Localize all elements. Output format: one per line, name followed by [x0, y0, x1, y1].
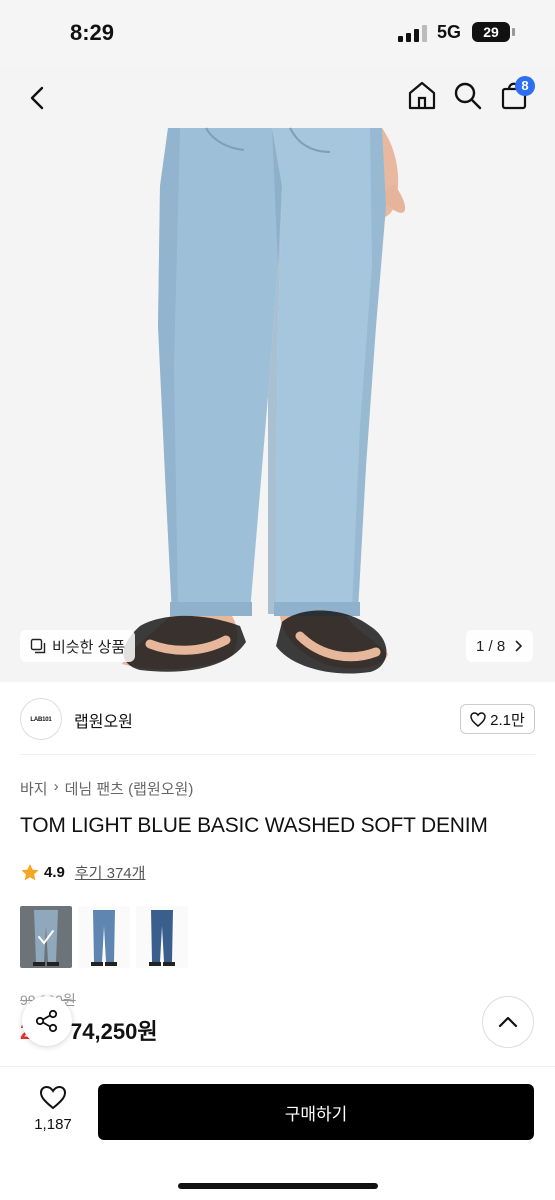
product-image[interactable]: 8 비슷한 상품 1 / 8	[0, 66, 555, 682]
share-button[interactable]	[22, 996, 72, 1046]
wishlist-button[interactable]: 1,187	[28, 1085, 78, 1133]
heart-icon	[470, 711, 486, 727]
status-time: 8:29	[70, 20, 115, 45]
breadcrumb: 바지 › 데님 팬츠 (랩원오원)	[20, 778, 193, 799]
breadcrumb-item-subcategory[interactable]: 데님 팬츠 (랩원오원)	[65, 778, 194, 799]
search-icon	[454, 82, 482, 110]
home-icon	[408, 81, 436, 110]
rating-value: 4.9	[44, 864, 65, 881]
breadcrumb-item-category[interactable]: 바지	[20, 778, 48, 799]
rating-row: 4.9 후기 374개	[20, 862, 145, 883]
bottom-action-bar: 1,187 구매하기	[0, 1066, 555, 1200]
scroll-top-button[interactable]	[482, 996, 534, 1048]
back-button[interactable]	[22, 82, 54, 114]
divider	[20, 754, 535, 755]
breadcrumb-separator-icon: ›	[53, 778, 59, 795]
brand-name[interactable]: 랩원오원	[74, 708, 133, 732]
color-option-dark-blue[interactable]	[136, 906, 188, 968]
chevron-left-icon	[30, 86, 44, 110]
heart-icon	[39, 1085, 67, 1110]
battery-icon: 29	[472, 22, 515, 42]
search-button[interactable]	[452, 80, 484, 112]
page-indicator-text: 1 / 8	[476, 637, 506, 655]
brand-row: LAB101 랩원오원 2.1만	[20, 696, 535, 744]
cart-count-badge: 8	[515, 76, 535, 96]
wishlist-count: 1,187	[34, 1116, 72, 1133]
brand-logo[interactable]: LAB101	[20, 698, 62, 740]
jeans-thumbnail	[149, 910, 175, 966]
product-title: TOM LIGHT BLUE BASIC WASHED SOFT DENIM	[20, 814, 488, 837]
similar-products-button[interactable]: 비슷한 상품	[20, 630, 136, 662]
status-bar: 8:29 5G 29	[0, 0, 555, 66]
star-icon	[21, 864, 39, 881]
similar-products-label: 비슷한 상품	[52, 638, 126, 656]
network-label: 5G	[437, 22, 462, 42]
similar-icon	[30, 638, 46, 654]
image-page-indicator[interactable]: 1 / 8	[466, 630, 534, 662]
jeans-thumbnail	[91, 910, 117, 966]
brand-like-button[interactable]: 2.1만	[460, 704, 535, 734]
chevron-right-icon	[515, 640, 523, 652]
home-indicator	[178, 1183, 378, 1189]
color-options	[20, 906, 188, 968]
chevron-up-icon	[498, 1016, 518, 1028]
signal-icon	[398, 24, 427, 42]
review-link[interactable]: 후기 374개	[75, 862, 146, 883]
sale-price: 74,250원	[70, 1019, 158, 1044]
color-option-light-blue[interactable]	[20, 906, 72, 968]
share-icon	[35, 1009, 58, 1033]
brand-like-count: 2.1만	[490, 711, 525, 729]
jeans-thumbnail	[33, 910, 59, 966]
buy-button[interactable]: 구매하기	[98, 1084, 534, 1140]
color-option-mid-blue[interactable]	[78, 906, 130, 968]
home-button[interactable]	[405, 78, 439, 112]
jeans-photo	[122, 127, 406, 674]
